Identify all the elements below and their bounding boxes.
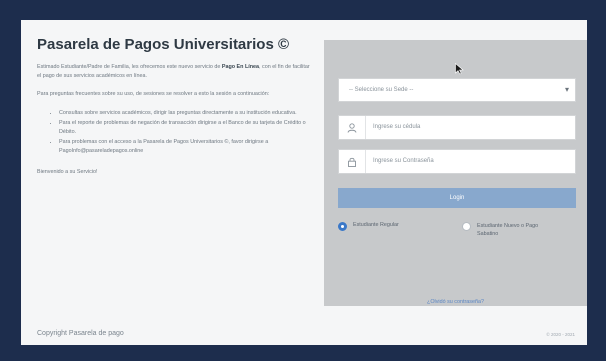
intro-before: Estimado Estudiante/Padre de Familia, le…	[37, 64, 222, 70]
radio-unselected-icon	[462, 222, 471, 231]
help-list: Consultas sobre servicios académicos, di…	[37, 109, 315, 156]
main-card: Pasarela de Pagos Universitarios © Estim…	[21, 20, 587, 345]
footer-year: © 2020 - 2021	[546, 332, 575, 337]
radio-new-student[interactable]: Estudiante Nuevo o Pago Sabatino	[462, 222, 560, 238]
list-item: Para el reporte de problemas de negación…	[59, 119, 315, 136]
cedula-field[interactable]: Ingrese su cédula	[338, 115, 576, 140]
lock-icon	[339, 150, 366, 173]
password-placeholder: Ingrese su Contraseña	[373, 158, 434, 164]
cedula-placeholder: Ingrese su cédula	[373, 124, 421, 130]
info-column: Pasarela de Pagos Universitarios © Estim…	[37, 36, 315, 175]
list-item: Para problemas con el acceso a la Pasare…	[59, 138, 315, 155]
page-title: Pasarela de Pagos Universitarios ©	[37, 36, 290, 53]
forgot-password-link[interactable]: ¿Olvidó su contraseña?	[324, 299, 587, 305]
footer-copyright: Copyright Pasarela de pago	[37, 330, 124, 337]
campus-select[interactable]: -- Seleccione su Sede -- ▾	[338, 78, 576, 102]
list-item: Consultas sobre servicios académicos, di…	[59, 109, 315, 118]
radio-new-label: Estudiante Nuevo o Pago Sabatino	[477, 223, 539, 237]
help-text: Para preguntas frecuentes sobre su uso, …	[37, 91, 270, 97]
password-field[interactable]: Ingrese su Contraseña	[338, 149, 576, 174]
welcome-text: Bienvenido a su Servicio!	[37, 169, 98, 175]
radio-selected-icon	[338, 222, 347, 231]
user-icon	[339, 116, 366, 139]
mouse-pointer-icon	[455, 62, 464, 80]
intro-text: Estimado Estudiante/Padre de Familia, le…	[37, 63, 315, 80]
chevron-down-icon: ▾	[564, 85, 569, 94]
campus-select-value: -- Seleccione su Sede --	[349, 87, 414, 93]
radio-regular-label: Estudiante Regular	[353, 222, 399, 228]
radio-regular-student[interactable]: Estudiante Regular	[338, 222, 399, 231]
login-button[interactable]: Login	[338, 188, 576, 208]
intro-bold: Pago En Línea	[221, 64, 260, 70]
